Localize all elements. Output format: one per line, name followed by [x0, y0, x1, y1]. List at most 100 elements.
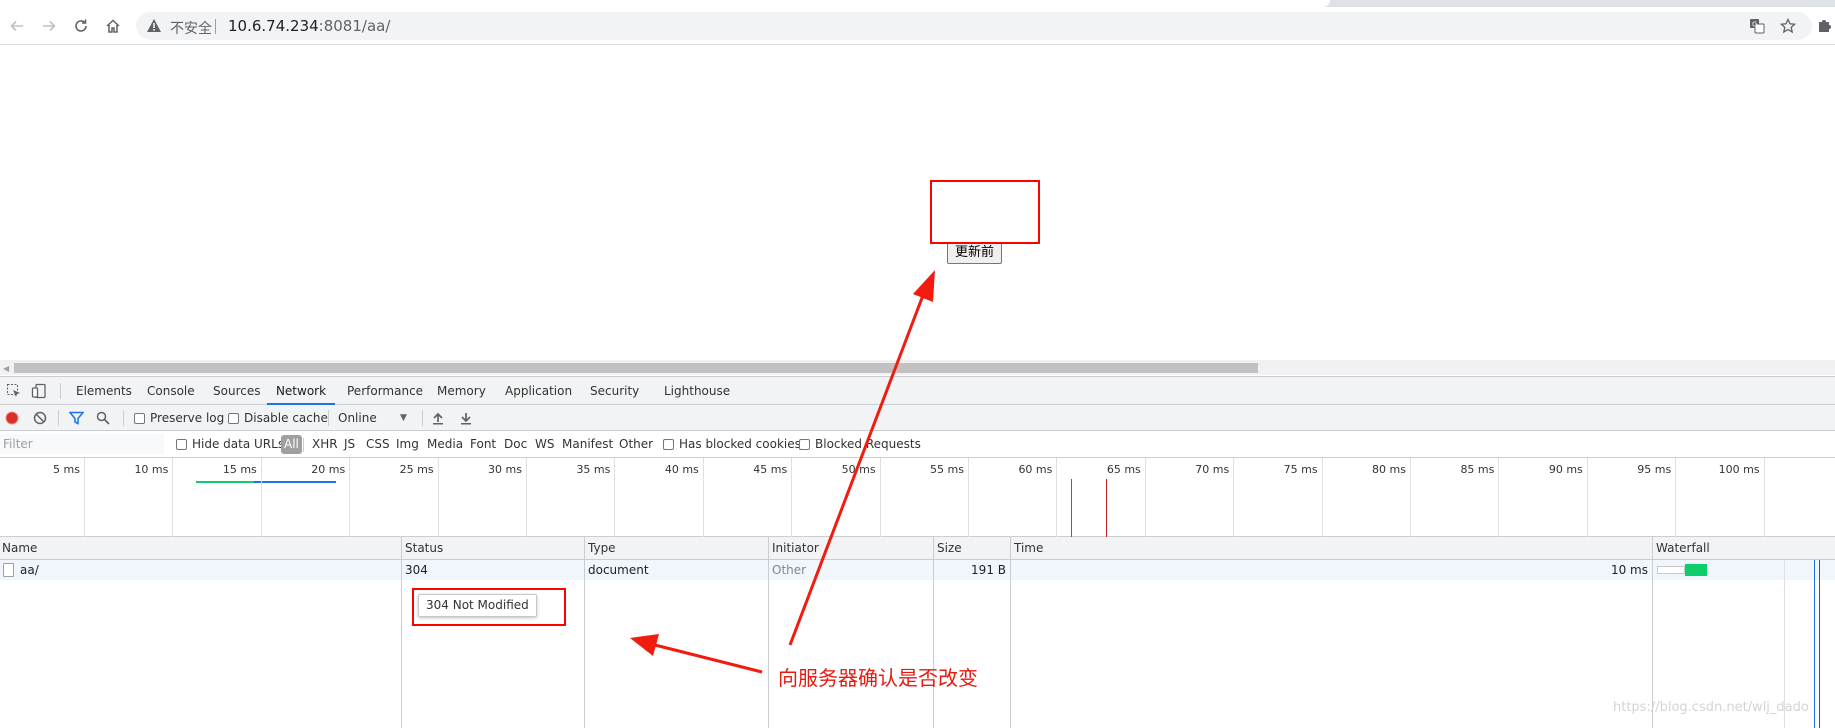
timeline-gridline: [526, 458, 527, 537]
document-icon: [3, 563, 14, 577]
filter-type-img[interactable]: Img: [396, 435, 419, 454]
disable-cache-checkbox[interactable]: Disable cache: [228, 405, 328, 431]
column-divider[interactable]: [584, 537, 585, 728]
checkbox-icon[interactable]: [176, 438, 187, 450]
filter-type-other[interactable]: Other: [619, 435, 653, 454]
tab-application[interactable]: Application: [503, 377, 574, 405]
security-label[interactable]: 不安全: [170, 18, 212, 38]
column-divider[interactable]: [768, 537, 769, 728]
timeline-tick-label: 95 ms: [1637, 463, 1672, 476]
highlight-box-status: [412, 588, 566, 626]
search-icon[interactable]: [96, 405, 110, 431]
page-viewport: 更新前: [0, 46, 1835, 360]
filter-type-doc[interactable]: Doc: [504, 435, 527, 454]
browser-toolbar: 不安全 10.6.74.234:8081/aa/ G: [0, 7, 1835, 45]
checkbox-icon[interactable]: [228, 412, 239, 424]
column-header-waterfall[interactable]: Waterfall: [1652, 537, 1835, 560]
reload-icon[interactable]: [68, 13, 94, 39]
filter-type-font[interactable]: Font: [470, 435, 496, 454]
tab-lighthouse[interactable]: Lighthouse: [662, 377, 732, 405]
tab-sources[interactable]: Sources: [211, 377, 262, 405]
horizontal-scrollbar[interactable]: ◀: [0, 360, 1835, 375]
checkbox-icon[interactable]: [134, 412, 145, 424]
record-icon[interactable]: [5, 405, 19, 431]
tab-network[interactable]: Network: [267, 377, 335, 405]
tab-elements[interactable]: Elements: [74, 377, 134, 405]
column-divider[interactable]: [401, 537, 402, 728]
row-time: 10 ms: [1610, 563, 1648, 577]
timeline-tick-label: 85 ms: [1460, 463, 1495, 476]
row-name[interactable]: aa/: [20, 560, 39, 580]
timeline-gridline: [1321, 458, 1323, 537]
tab-console[interactable]: Console: [145, 377, 197, 405]
extensions-puzzle-icon[interactable]: [1813, 13, 1835, 39]
checkbox-icon[interactable]: [663, 438, 674, 450]
timeline-gridline: [1056, 458, 1058, 537]
preserve-log-label: Preserve log: [150, 411, 225, 425]
has-blocked-cookies-label: Has blocked cookies: [679, 437, 801, 451]
hide-data-urls-checkbox[interactable]: Hide data URLs: [176, 431, 284, 457]
filter-divider: [303, 438, 304, 452]
timeline-tick-label: 75 ms: [1283, 463, 1318, 476]
bookmark-star-icon[interactable]: [1779, 17, 1797, 35]
network-request-table: Name Status Type Initiator Size Time Wat…: [0, 537, 1835, 728]
filter-type-media[interactable]: Media: [427, 435, 463, 454]
has-blocked-cookies-checkbox[interactable]: Has blocked cookies: [663, 431, 801, 457]
tab-performance[interactable]: Performance: [345, 377, 425, 405]
filter-type-manifest[interactable]: Manifest: [562, 435, 613, 454]
export-har-icon[interactable]: [459, 405, 473, 431]
network-filter-bar: Hide data URLs All XHR JS CSS Img Media …: [0, 431, 1835, 458]
import-har-icon[interactable]: [431, 405, 445, 431]
translate-icon[interactable]: G: [1748, 17, 1766, 35]
tab-security[interactable]: Security: [588, 377, 641, 405]
timeline-gridline: [702, 458, 704, 537]
filter-funnel-icon[interactable]: [69, 405, 84, 431]
timeline-gridline: [1675, 458, 1677, 537]
url-host: 10.6.74.234: [228, 17, 319, 35]
blocked-requests-checkbox[interactable]: Blocked Requests: [799, 431, 921, 457]
timeline-tick-label: 10 ms: [134, 463, 169, 476]
filter-type-xhr[interactable]: XHR: [312, 435, 338, 454]
column-divider[interactable]: [933, 537, 934, 728]
waterfall-download-bar: [1685, 564, 1707, 576]
timeline-gridline: [879, 458, 881, 537]
column-header-type[interactable]: Type: [584, 537, 768, 560]
timeline-tick-label: 25 ms: [399, 463, 434, 476]
timeline-tick-label: 55 ms: [930, 463, 964, 476]
preserve-log-checkbox[interactable]: Preserve log: [134, 405, 224, 431]
home-icon[interactable]: [100, 13, 126, 39]
column-header-initiator[interactable]: Initiator: [768, 537, 933, 560]
timeline-gridline: [84, 458, 85, 537]
clear-icon[interactable]: [33, 405, 47, 431]
waterfall-waiting-bar: [1657, 566, 1685, 574]
device-toolbar-icon[interactable]: [31, 383, 47, 399]
network-overview-timeline[interactable]: 5 ms 10 ms 15 ms 20 ms 25 ms 30 ms 35 ms 40 ms 4…: [0, 458, 1835, 537]
column-header-time[interactable]: Time: [1010, 537, 1652, 560]
filter-type-ws[interactable]: WS: [535, 435, 554, 454]
column-header-name[interactable]: Name: [0, 537, 401, 560]
timeline-tick-label: 45 ms: [753, 463, 788, 476]
address-bar[interactable]: 不安全 10.6.74.234:8081/aa/ G: [136, 12, 1812, 40]
scrollbar-thumb[interactable]: [14, 363, 1258, 373]
warning-icon[interactable]: [146, 18, 162, 36]
inspect-element-icon[interactable]: [6, 383, 22, 399]
update-before-button[interactable]: 更新前: [947, 242, 1003, 264]
checkbox-icon[interactable]: [799, 438, 810, 450]
column-header-size[interactable]: Size: [933, 537, 1010, 560]
forward-icon[interactable]: [36, 13, 62, 39]
table-row[interactable]: aa/ 304 document Other 191 B 10 ms: [0, 560, 1835, 580]
filter-type-all[interactable]: All: [281, 435, 302, 454]
column-divider[interactable]: [1010, 537, 1011, 728]
row-status[interactable]: 304: [405, 560, 428, 580]
timeline-gridline: [1144, 458, 1146, 537]
filter-type-css[interactable]: CSS: [366, 435, 390, 454]
url-text[interactable]: 10.6.74.234:8081/aa/: [228, 17, 390, 35]
scroll-left-icon[interactable]: ◀: [3, 364, 9, 373]
throttling-select[interactable]: Online ▼: [338, 405, 410, 431]
tab-memory[interactable]: Memory: [435, 377, 488, 405]
back-icon[interactable]: [4, 13, 30, 39]
filter-input[interactable]: [0, 434, 164, 454]
column-header-status[interactable]: Status: [401, 537, 584, 560]
timeline-gridline: [614, 458, 616, 537]
filter-type-js[interactable]: JS: [344, 435, 355, 454]
